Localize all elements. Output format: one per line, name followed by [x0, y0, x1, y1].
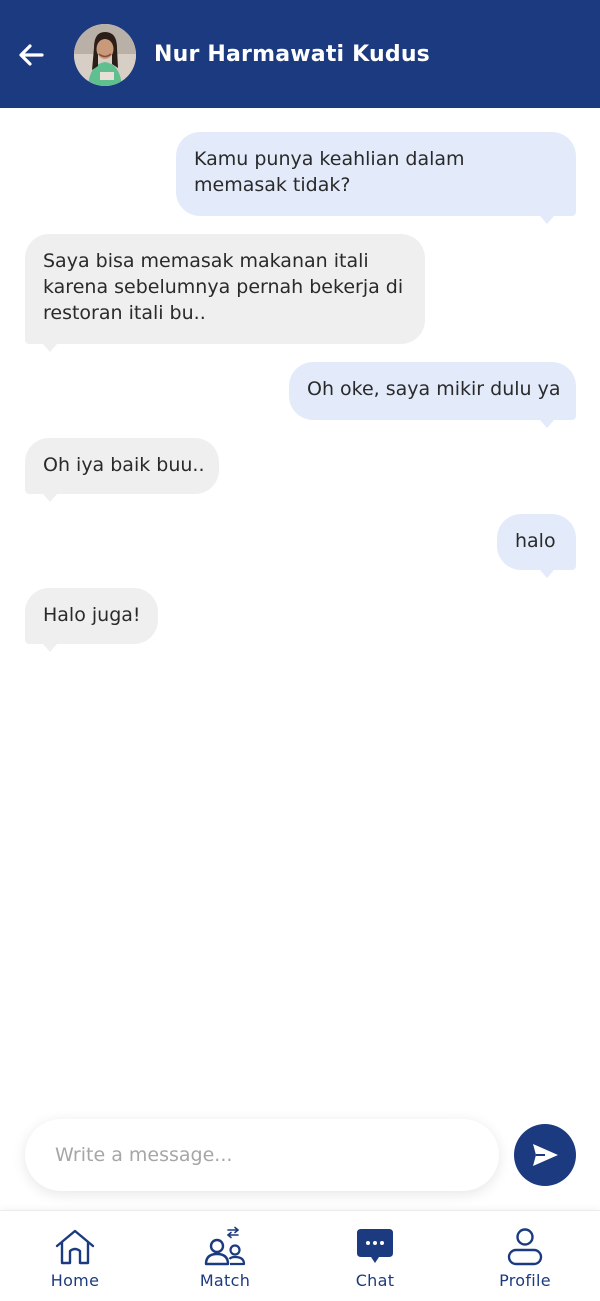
back-button[interactable]	[14, 38, 48, 72]
bottom-navigation: Home Match Chat Profile	[0, 1210, 600, 1300]
avatar[interactable]	[74, 24, 136, 86]
message-bubble-received: Saya bisa memasak makanan itali karena s…	[25, 234, 425, 352]
send-button[interactable]	[514, 1124, 576, 1186]
nav-label-profile: Profile	[499, 1271, 551, 1290]
nav-label-home: Home	[50, 1271, 100, 1290]
message-bubble-received: Halo juga!	[25, 588, 158, 652]
avatar-image	[74, 24, 136, 86]
message-input[interactable]	[55, 1119, 475, 1191]
contact-name: Nur Harmawati Kudus	[154, 42, 430, 67]
message-list[interactable]: Kamu punya keahlian dalam memasak tidak?…	[0, 108, 600, 1108]
nav-label-chat: Chat	[355, 1271, 395, 1290]
home-icon	[52, 1225, 98, 1269]
send-icon	[533, 1144, 558, 1166]
message-bubble-received: Oh iya baik buu..	[25, 438, 219, 502]
message-bubble-sent: Oh oke, saya mikir dulu ya	[289, 362, 576, 428]
nav-item-profile[interactable]: Profile	[450, 1211, 600, 1301]
nav-item-match[interactable]: Match	[150, 1211, 300, 1301]
match-icon	[202, 1225, 248, 1269]
nav-item-home[interactable]: Home	[0, 1211, 150, 1301]
arrow-left-icon	[19, 44, 44, 66]
message-bubble-sent: Kamu punya keahlian dalam memasak tidak?	[176, 132, 576, 224]
nav-item-chat[interactable]: Chat	[300, 1211, 450, 1301]
chat-header: Nur Harmawati Kudus	[0, 0, 600, 108]
message-bubble-sent: halo	[497, 514, 576, 578]
profile-icon	[502, 1225, 548, 1269]
chat-icon	[352, 1225, 398, 1269]
message-composer	[25, 1119, 499, 1191]
nav-label-match: Match	[199, 1271, 251, 1290]
